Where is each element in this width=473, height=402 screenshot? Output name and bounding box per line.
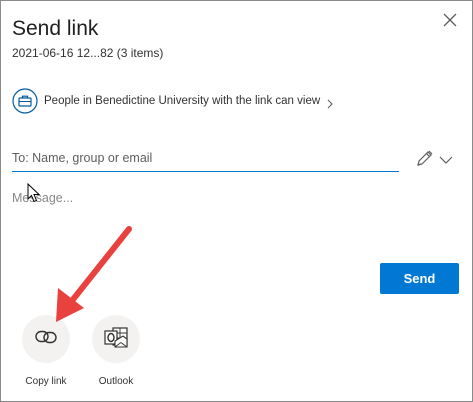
link-permission-setting[interactable]: People in Benedictine University with th… — [12, 88, 334, 114]
copy-link-option[interactable]: Copy link — [16, 315, 76, 387]
send-link-dialog: Send link 2021-06-16 12...82 (3 items) P… — [0, 0, 473, 402]
dialog-subtitle: 2021-06-16 12...82 (3 items) — [12, 46, 164, 60]
outlook-icon — [103, 324, 129, 355]
outlook-button[interactable] — [92, 315, 140, 363]
outlook-label: Outlook — [98, 376, 134, 387]
pencil-icon[interactable] — [415, 148, 435, 168]
chevron-down-icon[interactable] — [439, 152, 453, 164]
copy-link-label: Copy link — [25, 376, 67, 387]
mouse-cursor-icon — [27, 182, 41, 203]
dialog-title: Send link — [12, 17, 99, 40]
send-button[interactable]: Send — [380, 263, 459, 294]
close-icon[interactable] — [441, 11, 459, 29]
outlook-option[interactable]: Outlook — [86, 315, 146, 387]
copy-link-button[interactable] — [22, 315, 70, 363]
chevron-right-icon — [326, 96, 334, 109]
permission-text: People in Benedictine University with th… — [44, 95, 321, 107]
recipients-input[interactable] — [12, 145, 399, 172]
briefcase-icon — [12, 88, 38, 114]
link-icon — [34, 325, 58, 354]
message-field[interactable] — [12, 191, 452, 231]
